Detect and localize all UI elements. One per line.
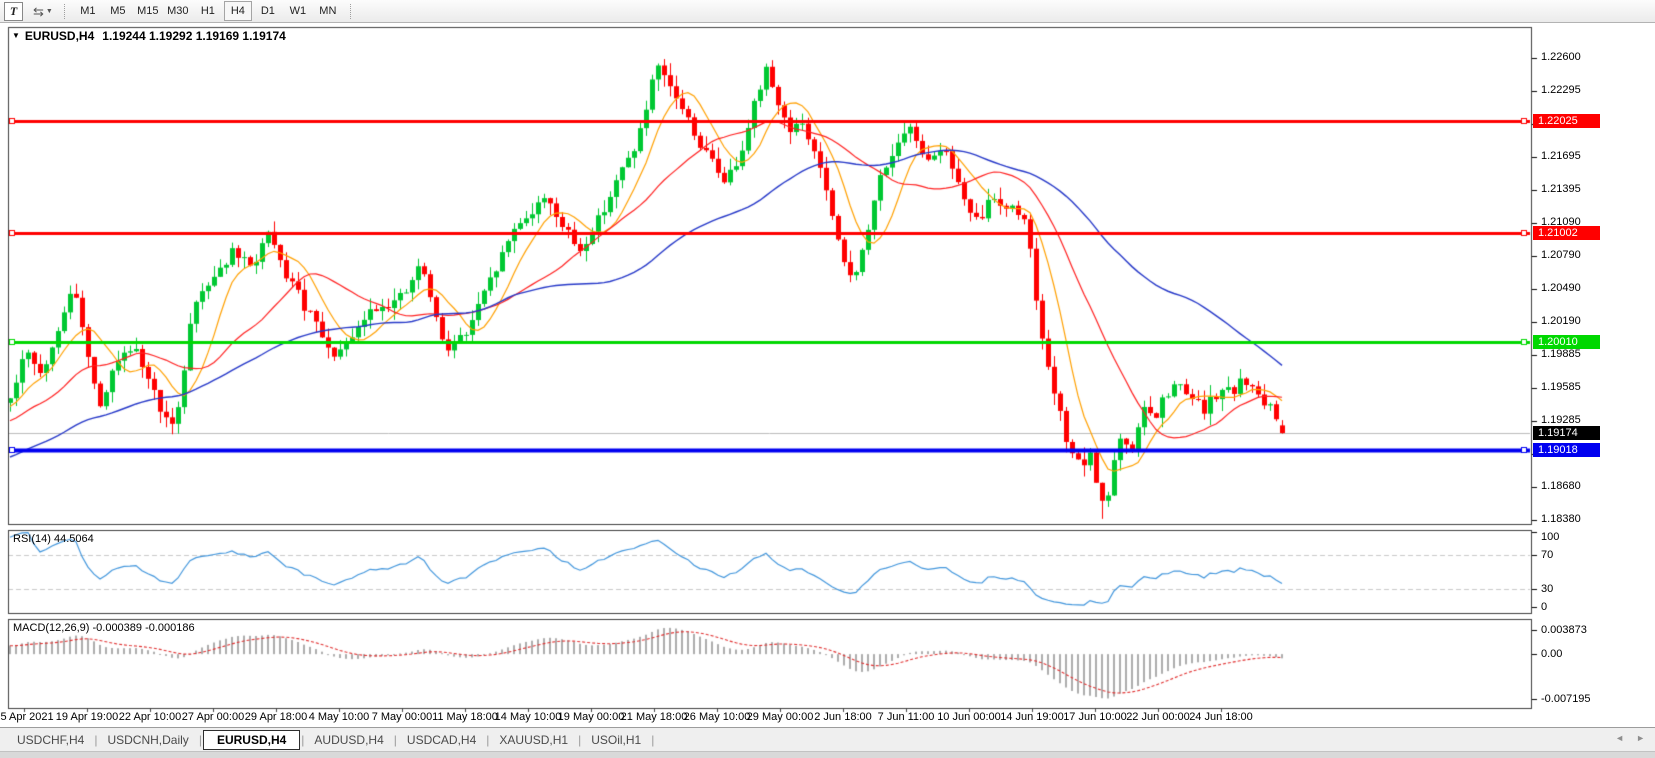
price-chart-canvas[interactable]: [0, 0, 1655, 757]
macd-title: MACD(12,26,9): [13, 622, 89, 634]
chart-tab-usdchf[interactable]: USDCHF,H4: [8, 730, 93, 750]
chart-tab-usdcnh[interactable]: USDCNH,Daily: [98, 730, 197, 750]
price-tick-label: 1.18680: [1541, 480, 1581, 492]
price-tick-label: 1.20190: [1541, 315, 1581, 327]
price-tick-label: 1.21395: [1541, 183, 1581, 195]
tab-scroll-left-icon[interactable]: ◄: [1615, 733, 1624, 743]
hline-price-label[interactable]: 1.21002: [1533, 226, 1600, 240]
macd-tick-label: 0.00: [1541, 648, 1562, 660]
price-tick-label: 1.21695: [1541, 150, 1581, 162]
price-tick-label: 1.19585: [1541, 381, 1581, 393]
toolbar-separator: [64, 4, 66, 19]
price-tick-label: 1.19285: [1541, 414, 1581, 426]
price-tick-label: 1.22295: [1541, 84, 1581, 96]
macd-tick-label: 0.003873: [1541, 624, 1587, 636]
price-tick-label: 1.20790: [1541, 249, 1581, 261]
chart-tab-audusd[interactable]: AUDUSD,H4: [305, 730, 392, 750]
rsi-tick-label: 70: [1541, 549, 1553, 561]
timeframe-button-w1[interactable]: W1: [284, 1, 312, 21]
chart-title: ▼ EURUSD,H4 1.19244 1.19292 1.19169 1.1917…: [12, 29, 286, 43]
macd-tick-label: -0.007195: [1541, 693, 1591, 705]
hline-price-label[interactable]: 1.22025: [1533, 114, 1600, 128]
timeframe-button-h4[interactable]: H4: [224, 1, 252, 21]
time-axis-label: 24 Jun 18:00: [1173, 711, 1269, 723]
timeframe-button-d1[interactable]: D1: [254, 1, 282, 21]
price-tick-label: 1.18380: [1541, 513, 1581, 525]
chart-tab-usdcad[interactable]: USDCAD,H4: [398, 730, 485, 750]
macd-main-value: -0.000389: [92, 622, 142, 634]
timeframe-button-m1[interactable]: M1: [74, 1, 102, 21]
timeframe-button-h1[interactable]: H1: [194, 1, 222, 21]
hline-price-label[interactable]: 1.19018: [1533, 443, 1600, 457]
timeframe-button-m30[interactable]: M30: [164, 1, 192, 21]
cycle-profiles-button[interactable]: ⇆: [33, 5, 44, 18]
chart-tab-usoil[interactable]: USOil,H1: [582, 730, 650, 750]
timeframe-button-mn[interactable]: MN: [314, 1, 342, 21]
bid-price-label: 1.19174: [1533, 426, 1600, 440]
text-tool-button[interactable]: T: [4, 2, 23, 21]
macd-label: MACD(12,26,9) -0.000389 -0.000186: [13, 622, 195, 634]
toolbar-separator: [350, 4, 352, 19]
chart-tab-xauusd[interactable]: XAUUSD,H1: [490, 730, 577, 750]
chart-symbol-period: EURUSD,H4: [25, 29, 94, 43]
text-tool-icon: T: [10, 4, 17, 19]
chart-ohlc-values: 1.19244 1.19292 1.19169 1.19174: [102, 29, 286, 43]
collapse-caret-icon[interactable]: ▼: [12, 31, 20, 40]
rsi-value: 44.5064: [54, 533, 94, 545]
cycle-icon: ⇆: [33, 5, 44, 18]
price-tick-label: 1.19885: [1541, 348, 1581, 360]
rsi-tick-label: 0: [1541, 601, 1547, 613]
timeframe-group: M1M5M15M30H1H4D1W1MN: [73, 1, 343, 21]
rsi-title: RSI(14): [13, 533, 51, 545]
tab-scroll-right-icon[interactable]: ►: [1636, 733, 1645, 743]
toolbar: T ⇆ ▼ M1M5M15M30H1H4D1W1MN: [0, 0, 1655, 23]
rsi-tick-label: 100: [1541, 531, 1559, 543]
timeframe-button-m5[interactable]: M5: [104, 1, 132, 21]
tool-dropdown-caret-icon[interactable]: ▼: [46, 8, 53, 15]
chart-tab-eurusd[interactable]: EURUSD,H4: [203, 730, 300, 750]
macd-signal-value: -0.000186: [145, 622, 195, 634]
chart-tab-bar: USDCHF,H4|USDCNH,Daily|EURUSD,H4|AUDUSD,…: [0, 727, 1655, 751]
hline-price-label[interactable]: 1.20010: [1533, 335, 1600, 349]
tab-scroll-arrows: ◄ ►: [1615, 733, 1645, 743]
price-tick-label: 1.22600: [1541, 51, 1581, 63]
rsi-tick-label: 30: [1541, 583, 1553, 595]
timeframe-button-m15[interactable]: M15: [134, 1, 162, 21]
tab-separator: |: [650, 733, 655, 747]
rsi-label: RSI(14) 44.5064: [13, 533, 94, 545]
price-tick-label: 1.20490: [1541, 282, 1581, 294]
